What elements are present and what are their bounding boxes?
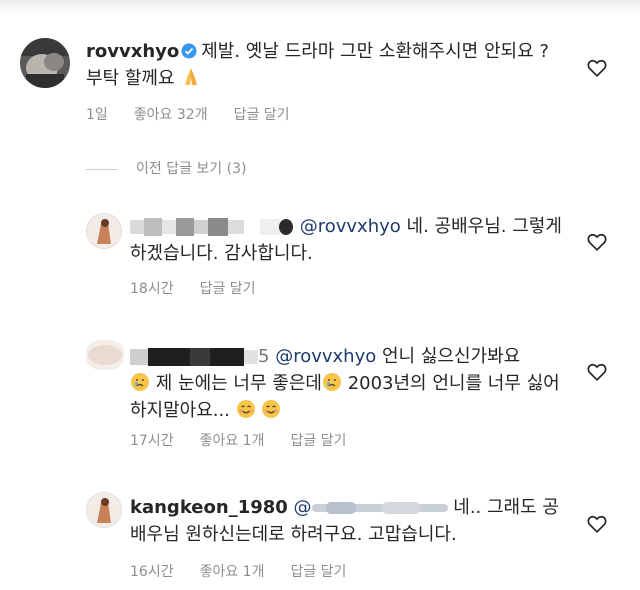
comment-time[interactable]: 16시간 xyxy=(130,564,174,580)
crying-face-emoji xyxy=(131,373,149,391)
username[interactable]: kangkeon_1980 xyxy=(130,497,288,518)
top-divider xyxy=(0,0,640,14)
username-tail[interactable]: 5 xyxy=(258,346,269,367)
mention-link[interactable]: @ xyxy=(294,497,312,518)
comment-time[interactable]: 18시간 xyxy=(130,281,174,297)
heart-icon[interactable] xyxy=(586,231,608,253)
comment-body: @rovvxhyo 네. 공배우님. 그렇게 하겠습니다. 감사합니다. xyxy=(130,213,570,267)
blurred-username xyxy=(130,218,293,236)
like-count[interactable]: 좋아요 32개 xyxy=(134,107,208,123)
comment-body: kangkeon_1980 @ 네.. 그래도 공배우님 원하신는데로 하려구요… xyxy=(130,494,570,548)
view-previous-label[interactable]: 이전 답글 보기 (3) xyxy=(136,161,246,177)
reply-button[interactable]: 답글 달기 xyxy=(234,107,290,123)
reply-button[interactable]: 답글 달기 xyxy=(290,433,346,449)
comment-text: 언니 싫으신가봐요 xyxy=(381,346,521,367)
avatar[interactable] xyxy=(20,38,70,88)
thread-line xyxy=(86,168,118,170)
reply-button[interactable]: 답글 달기 xyxy=(290,564,346,580)
heart-icon[interactable] xyxy=(586,57,608,79)
username[interactable]: rovvxhyo xyxy=(86,41,179,62)
mention-link[interactable]: @rovvxhyo xyxy=(275,346,376,367)
like-count[interactable]: 좋아요 1개 xyxy=(200,564,265,580)
comment-body: 5 @rovvxhyo 언니 싫으신가봐요 제 눈에는 너무 좋은데 2003년… xyxy=(130,343,570,424)
avatar[interactable] xyxy=(86,492,122,528)
heart-icon[interactable] xyxy=(586,513,608,535)
comment-body: rovvxhyo 제발. 옛날 드라마 그만 소환해주시면 안되요 ? 부탁 할께… xyxy=(86,38,566,92)
comment-time[interactable]: 17시간 xyxy=(130,433,174,449)
crying-face-emoji xyxy=(322,373,341,391)
verified-badge-icon xyxy=(181,43,197,59)
comment-text: 제 눈에는 너무 좋은데 xyxy=(155,373,322,394)
heart-icon[interactable] xyxy=(586,361,608,383)
view-previous-replies[interactable]: 이전 답글 보기 (3) xyxy=(86,158,246,178)
avatar[interactable] xyxy=(86,213,122,249)
blurred-mention xyxy=(311,502,448,514)
comment-meta: 17시간 좋아요 1개 답글 달기 xyxy=(130,430,372,450)
mention-link[interactable]: @rovvxhyo xyxy=(300,216,401,237)
avatar[interactable] xyxy=(86,340,124,370)
folded-hands-emoji xyxy=(185,68,198,85)
comment-time[interactable]: 1일 xyxy=(86,107,108,123)
blurred-username xyxy=(130,348,258,366)
reply-button[interactable]: 답글 달기 xyxy=(200,281,256,297)
comment-meta: 1일 좋아요 32개 답글 달기 xyxy=(86,104,316,124)
comment-meta: 16시간 좋아요 1개 답글 달기 xyxy=(130,561,372,581)
like-count[interactable]: 좋아요 1개 xyxy=(200,433,265,449)
smiling-face-emoji xyxy=(262,400,281,418)
comment-meta: 18시간 답글 달기 xyxy=(130,278,282,298)
smiling-face-emoji xyxy=(236,400,255,418)
